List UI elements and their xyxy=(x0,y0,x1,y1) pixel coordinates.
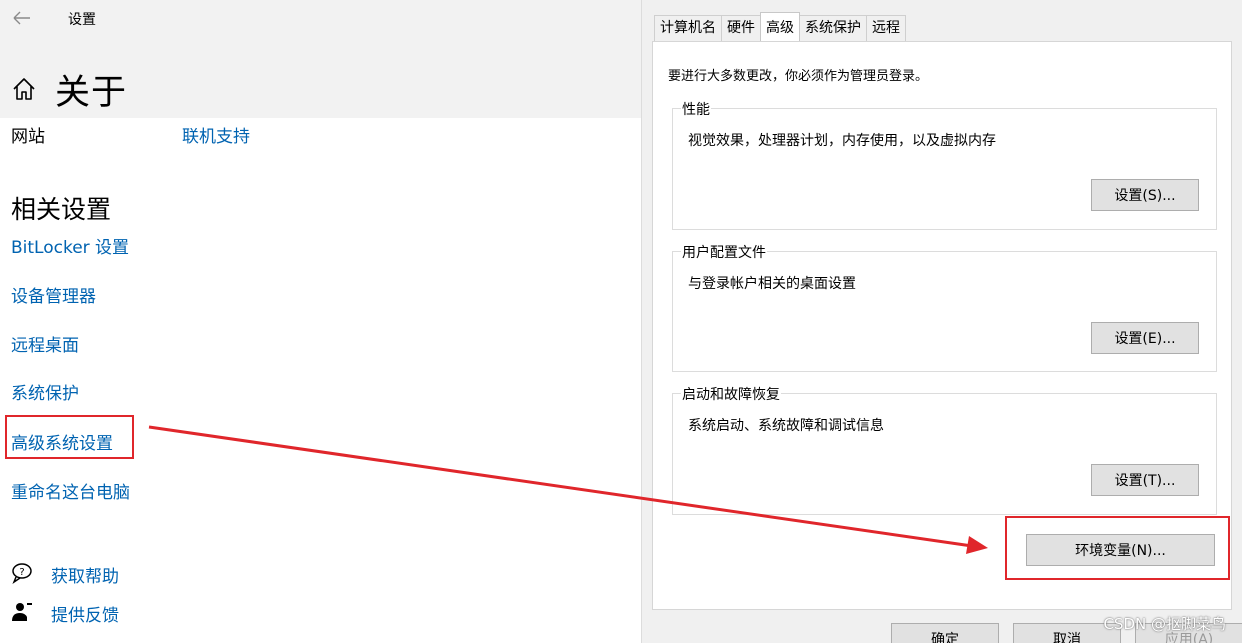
performance-group-title: 性能 xyxy=(681,99,711,119)
remote-desktop-link[interactable]: 远程桌面 xyxy=(11,331,79,356)
tab-hardware[interactable]: 硬件 xyxy=(721,15,761,41)
bitlocker-settings-link[interactable]: BitLocker 设置 xyxy=(11,233,129,258)
startup-recovery-settings-button[interactable]: 设置(T)... xyxy=(1091,464,1199,496)
svg-text:?: ? xyxy=(19,567,24,578)
page-title: 关于 xyxy=(55,73,128,113)
give-feedback-link[interactable]: 提供反馈 xyxy=(51,601,119,626)
online-support-link[interactable]: 联机支持 xyxy=(182,122,250,147)
user-profiles-group-title: 用户配置文件 xyxy=(681,242,767,262)
performance-description: 视觉效果，处理器计划，内存使用，以及虚拟内存 xyxy=(688,133,996,149)
tab-computer-name[interactable]: 计算机名 xyxy=(654,15,722,41)
back-arrow-icon xyxy=(13,11,30,25)
highlight-advanced-settings-box xyxy=(5,415,134,459)
app-title: 设置 xyxy=(68,12,96,28)
startup-recovery-group-title: 启动和故障恢复 xyxy=(681,384,781,404)
startup-recovery-group xyxy=(672,393,1217,515)
user-profiles-settings-button[interactable]: 设置(E)... xyxy=(1091,322,1199,354)
related-settings-title: 相关设置 xyxy=(11,195,112,224)
ok-button[interactable]: 确定 xyxy=(891,623,999,643)
performance-settings-button[interactable]: 设置(S)... xyxy=(1091,179,1199,211)
startup-recovery-description: 系统启动、系统故障和调试信息 xyxy=(688,418,884,434)
back-button[interactable] xyxy=(8,4,36,32)
website-label: 网站 xyxy=(11,127,45,147)
tab-advanced[interactable]: 高级 xyxy=(760,12,800,41)
admin-notice: 要进行大多数更改，你必须作为管理员登录。 xyxy=(668,69,929,84)
feedback-person-icon xyxy=(10,600,34,624)
tab-remote[interactable]: 远程 xyxy=(866,15,906,41)
settings-window: 设置 关于 网站 联机支持 相关设置 BitLocker 设置 设备管理器 远程… xyxy=(0,0,641,643)
user-profiles-description: 与登录帐户相关的桌面设置 xyxy=(688,276,856,292)
device-manager-link[interactable]: 设备管理器 xyxy=(11,282,96,307)
highlight-env-vars-box xyxy=(1005,516,1230,580)
get-help-link[interactable]: 获取帮助 xyxy=(51,562,119,587)
performance-group xyxy=(672,108,1217,230)
rename-pc-link[interactable]: 重命名这台电脑 xyxy=(11,478,130,503)
tab-system-protection[interactable]: 系统保护 xyxy=(799,15,867,41)
csdn-watermark: CSDN @抠脚菜鸟 xyxy=(1103,615,1226,633)
help-chat-icon: ? xyxy=(10,561,34,585)
dialog-tabs: 计算机名 硬件 高级 系统保护 远程 xyxy=(654,12,906,41)
system-protection-link[interactable]: 系统保护 xyxy=(11,379,79,404)
home-icon[interactable] xyxy=(11,76,37,102)
